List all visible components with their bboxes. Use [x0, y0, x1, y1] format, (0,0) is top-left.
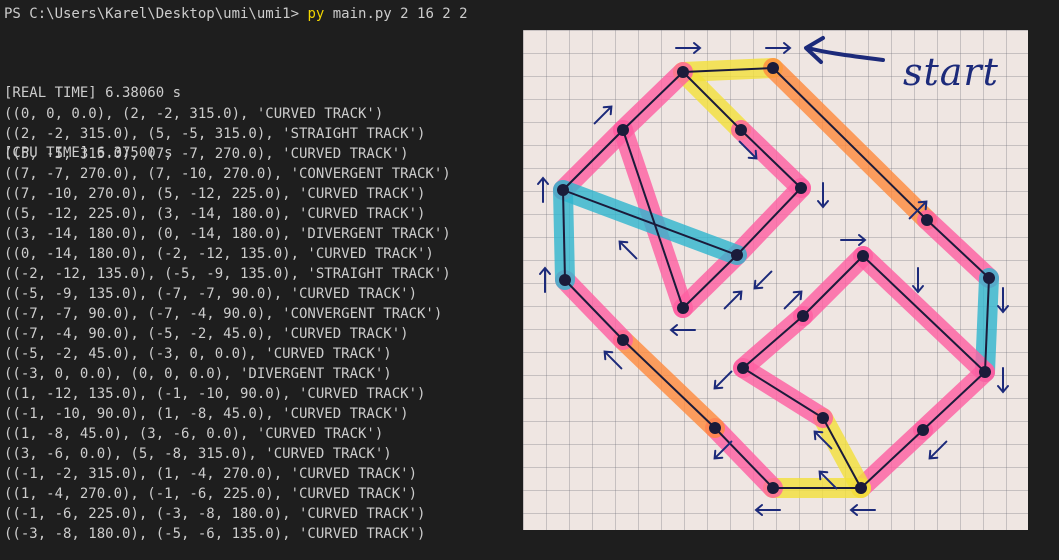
output-line: ((1, -4, 270.0), (-1, -6, 225.0), 'CURVE… [4, 486, 418, 502]
track-node [731, 249, 743, 261]
output-line: ((3, -6, 0.0), (5, -8, 315.0), 'CURVED T… [4, 446, 392, 462]
track-output-list: ((0, 0, 0.0), (2, -2, 315.0), 'CURVED TR… [4, 104, 451, 544]
direction-arrow-icon [912, 267, 924, 294]
output-line: ((5, -12, 225.0), (3, -14, 180.0), 'CURV… [4, 206, 426, 222]
terminal-panel[interactable]: PS C:\Users\Karel\Desktop\umi\umi1> py m… [0, 0, 515, 560]
output-line: ((7, -10, 270.0), (5, -12, 225.0), 'CURV… [4, 186, 426, 202]
prompt-path: PS C:\Users\Karel\Desktop\umi\umi1> [4, 6, 308, 22]
direction-arrow-icon [997, 367, 1009, 394]
track-node [677, 302, 689, 314]
track-line [926, 219, 990, 279]
track-line [742, 315, 804, 369]
direction-arrow-icon [539, 266, 551, 293]
track-node [979, 366, 991, 378]
track-line [622, 71, 684, 131]
output-line: ((-3, -8, 180.0), (-5, -6, 135.0), 'CURV… [4, 526, 426, 542]
track-node [767, 62, 779, 74]
track-node [617, 124, 629, 136]
command-prompt: PS C:\Users\Karel\Desktop\umi\umi1> py m… [4, 4, 468, 24]
track-node [817, 412, 829, 424]
command-name: py [307, 6, 325, 22]
track-sketch-photo: start [523, 30, 1028, 530]
track-node [917, 424, 929, 436]
track-line [742, 367, 824, 419]
direction-arrow-icon [675, 42, 702, 54]
direction-arrow-icon [713, 370, 733, 390]
output-line: ((-5, -2, 45.0), (-3, 0, 0.0), 'CURVED T… [4, 346, 392, 362]
direction-arrow-icon [603, 350, 623, 370]
track-line [822, 417, 862, 489]
track-node [795, 182, 807, 194]
output-line: ((3, -14, 180.0), (0, -14, 180.0), 'DIVE… [4, 226, 451, 242]
track-line [562, 129, 624, 191]
command-args: main.py 2 16 2 2 [324, 6, 468, 22]
output-line: ((-7, -4, 90.0), (-5, -2, 45.0), 'CURVED… [4, 326, 409, 342]
direction-arrow-icon [618, 240, 638, 260]
output-line: ((-5, -9, 135.0), (-7, -7, 90.0), 'CURVE… [4, 286, 418, 302]
track-line [714, 427, 774, 489]
track-node [767, 482, 779, 494]
track-line [860, 429, 924, 489]
track-diagram [537, 36, 1009, 516]
direction-arrow-icon [537, 176, 549, 203]
track-node [857, 250, 869, 262]
track-node [559, 274, 571, 286]
output-line: ((-1, -2, 315.0), (1, -4, 270.0), 'CURVE… [4, 466, 418, 482]
direction-arrow-icon [753, 270, 773, 290]
track-line [922, 371, 986, 431]
track-line [622, 339, 716, 429]
track-node [617, 334, 629, 346]
track-line [736, 187, 802, 256]
track-node [855, 482, 867, 494]
output-line: ((-1, -6, 225.0), (-3, -8, 180.0), 'CURV… [4, 506, 426, 522]
track-line [682, 254, 738, 309]
output-line: ((-7, -7, 90.0), (-7, -4, 90.0), 'CONVER… [4, 306, 443, 322]
direction-arrow-icon [723, 290, 743, 310]
track-node [709, 422, 721, 434]
output-line: ((7, -7, 270.0), (7, -10, 270.0), 'CONVE… [4, 166, 451, 182]
output-line: ((0, 0, 0.0), (2, -2, 315.0), 'CURVED TR… [4, 106, 384, 122]
direction-arrow-icon [928, 440, 948, 460]
track-line [802, 255, 864, 317]
track-node [921, 214, 933, 226]
direction-arrow-icon [754, 504, 781, 516]
track-node [557, 184, 569, 196]
start-label: start [903, 50, 999, 94]
direction-arrow-icon [997, 287, 1009, 314]
track-line [862, 255, 986, 373]
direction-arrow-icon [817, 182, 829, 209]
track-node [797, 310, 809, 322]
direction-arrow-icon [840, 234, 867, 246]
track-node [735, 124, 747, 136]
direction-arrow-icon [783, 290, 803, 310]
output-line: ((-2, -12, 135.0), (-5, -9, 135.0), 'STR… [4, 266, 451, 282]
output-line: ((2, -2, 315.0), (5, -5, 315.0), 'STRAIG… [4, 126, 426, 142]
track-node [737, 362, 749, 374]
direction-arrow-icon [765, 42, 792, 54]
output-line: ((1, -12, 135.0), (-1, -10, 90.0), 'CURV… [4, 386, 426, 402]
output-line: ((0, -14, 180.0), (-2, -12, 135.0), 'CUR… [4, 246, 434, 262]
direction-arrow-icon [593, 105, 613, 125]
direction-arrow-icon [849, 504, 876, 516]
output-line: ((5, -5, 315.0), (7, -7, 270.0), 'CURVED… [4, 146, 409, 162]
track-node [677, 66, 689, 78]
track-line [740, 129, 802, 189]
output-line: ((-1, -10, 90.0), (1, -8, 45.0), 'CURVED… [4, 406, 409, 422]
output-line: ((1, -8, 45.0), (3, -6, 0.0), 'CURVED TR… [4, 426, 384, 442]
track-node [983, 272, 995, 284]
real-time-line: [REAL TIME] 6.38060 s [4, 85, 182, 101]
track-line [564, 279, 624, 341]
output-line: ((-3, 0, 0.0), (0, 0, 0.0), 'DIVERGENT T… [4, 366, 392, 382]
direction-arrow-icon [669, 324, 696, 336]
